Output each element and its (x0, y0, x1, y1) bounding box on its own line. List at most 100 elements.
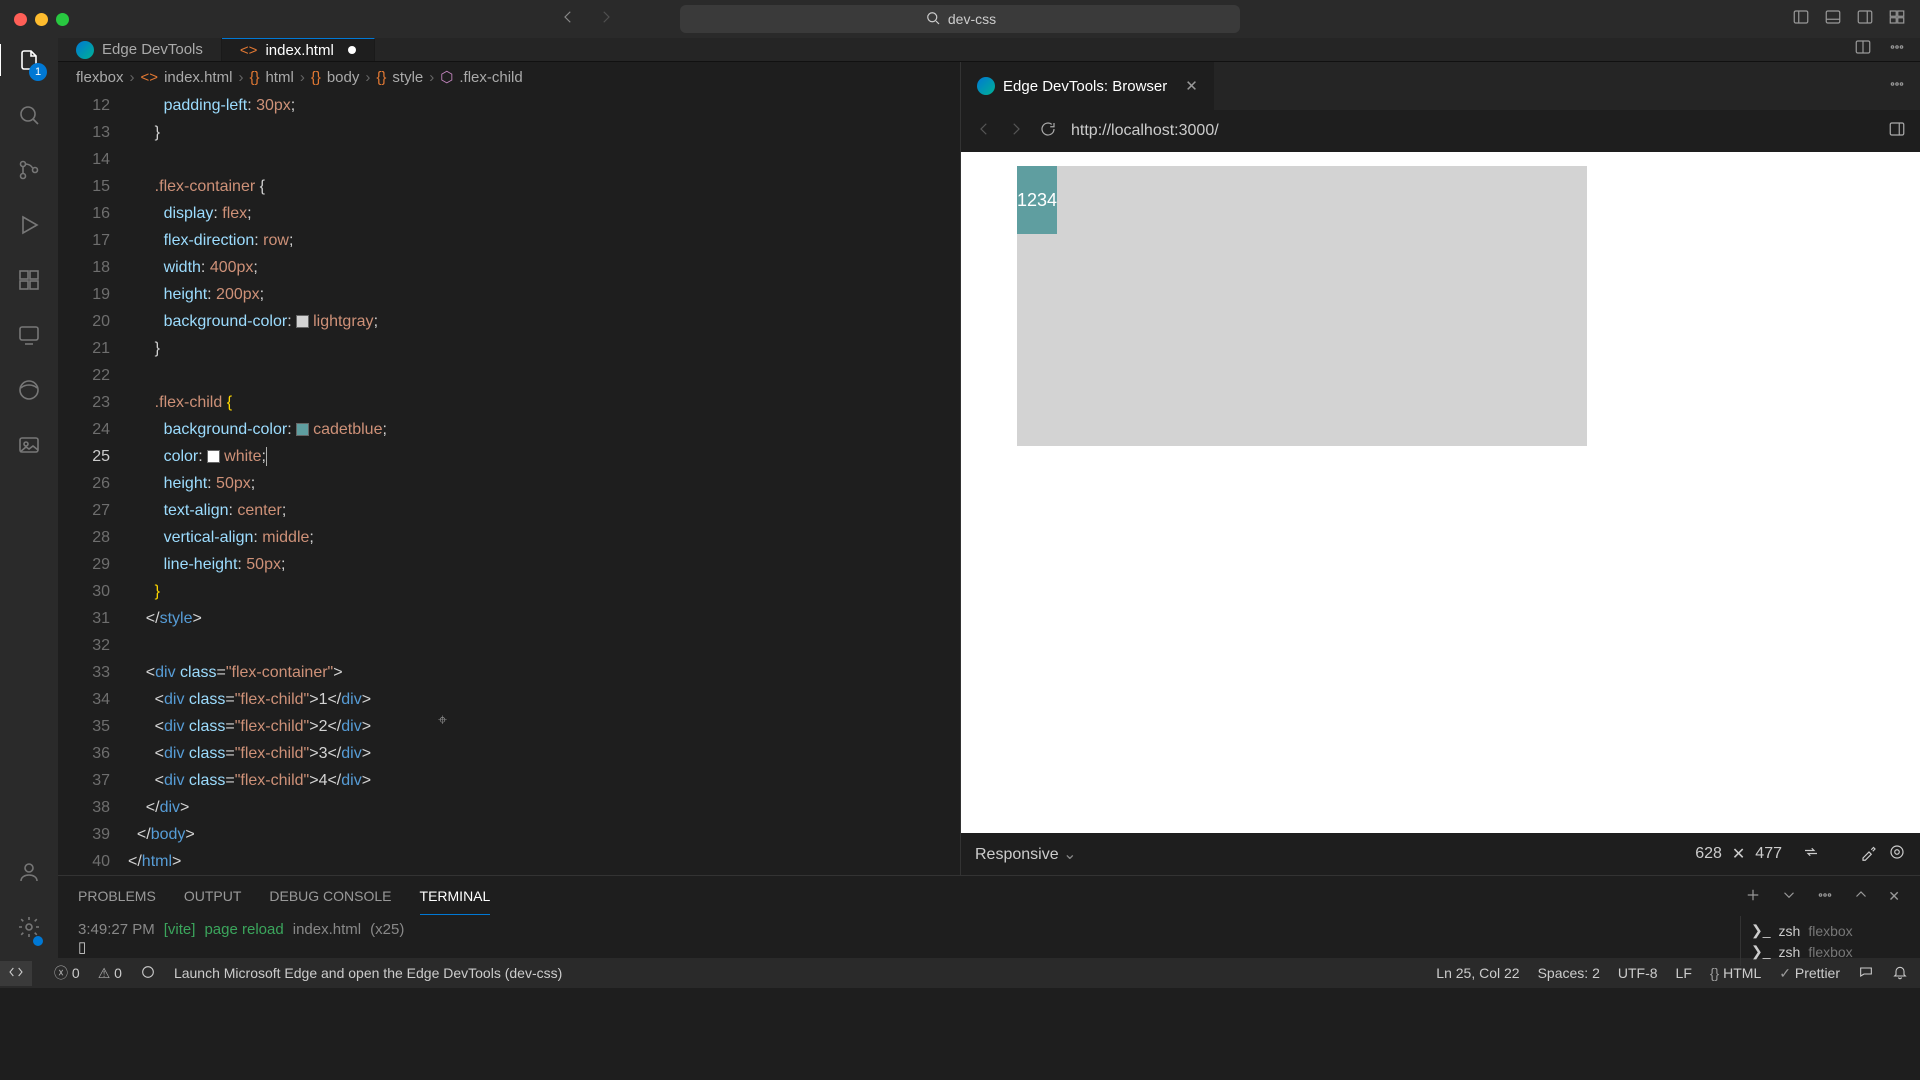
tab-terminal[interactable]: TERMINAL (420, 888, 491, 915)
language-button[interactable]: {} HTML (1710, 965, 1761, 981)
edge-icon (76, 41, 94, 59)
run-debug-icon[interactable] (17, 213, 41, 242)
more-actions-icon[interactable] (1888, 38, 1906, 61)
terminal-entry[interactable]: ❯_ zsh flexbox (1751, 920, 1910, 941)
remote-button[interactable] (0, 961, 32, 986)
target-icon[interactable] (1888, 843, 1906, 866)
browser-tab[interactable]: Edge DevTools: Browser ✕ (961, 62, 1214, 110)
edge-icon (977, 77, 995, 95)
edge-status-icon[interactable] (140, 964, 156, 983)
nav-history (559, 8, 615, 31)
feedback-icon[interactable] (1858, 964, 1874, 983)
tab-debug-console[interactable]: DEBUG CONSOLE (269, 888, 391, 904)
accounts-icon[interactable] (17, 860, 41, 889)
source-control-icon[interactable] (17, 158, 41, 187)
terminal-dropdown-icon[interactable] (1780, 886, 1798, 907)
warnings-button[interactable]: ⚠ 0 (98, 965, 122, 982)
browser-tab-label: Edge DevTools: Browser (1003, 78, 1167, 95)
nav-back-icon[interactable] (559, 8, 577, 31)
color-picker-icon[interactable] (1860, 843, 1878, 866)
crumb-selector[interactable]: .flex-child (459, 69, 522, 86)
crumb-file[interactable]: index.html (164, 69, 232, 86)
tab-label: index.html (265, 42, 333, 59)
search-icon (924, 9, 942, 30)
errors-button[interactable]: ⓧ 0 (54, 963, 80, 983)
line-numbers: 1213141516171819202122232425262728293031… (58, 92, 128, 875)
search-text: dev-css (948, 11, 996, 27)
terminal-icon: ❯_ (1751, 943, 1771, 960)
media-icon[interactable] (17, 433, 41, 462)
crumb-folder[interactable]: flexbox (76, 69, 124, 86)
explorer-icon[interactable]: 1 (17, 48, 41, 77)
terminal-entry[interactable]: ❯_ zsh flexbox (1751, 941, 1910, 962)
command-center[interactable]: dev-css (680, 5, 1240, 33)
browser-forward-icon[interactable] (1007, 120, 1025, 143)
remote-explorer-icon[interactable] (17, 323, 41, 352)
crumb-body[interactable]: body (327, 69, 360, 86)
close-window-button[interactable] (14, 13, 27, 26)
open-devtools-icon[interactable] (1888, 120, 1906, 143)
settings-gear-icon[interactable] (17, 915, 41, 944)
browser-tabrow: Edge DevTools: Browser ✕ (961, 62, 1920, 110)
bell-icon[interactable] (1892, 964, 1908, 983)
device-select[interactable]: Responsive ⌄ (975, 844, 1076, 864)
code-editor[interactable]: 1213141516171819202122232425262728293031… (58, 92, 960, 875)
panel-tabs: PROBLEMS OUTPUT DEBUG CONSOLE TERMINAL ✕ (58, 876, 1920, 916)
cursor-position[interactable]: Ln 25, Col 22 (1436, 965, 1519, 981)
new-terminal-icon[interactable] (1744, 886, 1762, 907)
viewport-height[interactable]: 477 (1755, 845, 1782, 863)
toggle-panel-icon[interactable] (1824, 8, 1842, 31)
crumb-html[interactable]: html (265, 69, 293, 86)
indent-button[interactable]: Spaces: 2 (1538, 965, 1600, 981)
extensions-icon[interactable] (17, 268, 41, 297)
titlebar: dev-css (0, 0, 1920, 38)
dimension-x-icon: ✕ (1732, 844, 1745, 864)
search-activity-icon[interactable] (17, 103, 41, 132)
encoding-button[interactable]: UTF-8 (1618, 965, 1658, 981)
browser-viewport: 1 2 3 4 (961, 152, 1920, 833)
launch-edge-button[interactable]: Launch Microsoft Edge and open the Edge … (174, 965, 562, 981)
edge-tools-icon[interactable] (17, 378, 41, 407)
maximize-window-button[interactable] (56, 13, 69, 26)
customize-layout-icon[interactable] (1888, 8, 1906, 31)
breadcrumbs[interactable]: flexbox› <> index.html› {} html› {} body… (58, 62, 960, 92)
viewport-width[interactable]: 628 (1695, 845, 1722, 863)
rotate-icon[interactable] (1802, 843, 1820, 866)
more-icon[interactable] (1816, 886, 1834, 907)
crumb-style[interactable]: style (392, 69, 423, 86)
tab-output[interactable]: OUTPUT (184, 888, 242, 904)
editor-tabs: Edge DevTools <> index.html (58, 38, 1920, 62)
nav-forward-icon[interactable] (597, 8, 615, 31)
eol-button[interactable]: LF (1676, 965, 1692, 981)
toggle-sidebar-icon[interactable] (1792, 8, 1810, 31)
settings-badge (33, 936, 43, 946)
close-panel-icon[interactable]: ✕ (1888, 888, 1900, 905)
code-content[interactable]: padding-left: 30px; } .flex-container { … (128, 92, 960, 875)
preview-flex-child: 3 (1037, 166, 1047, 234)
toggle-secondary-icon[interactable] (1856, 8, 1874, 31)
reload-icon[interactable] (1039, 120, 1057, 143)
minimize-window-button[interactable] (35, 13, 48, 26)
prettier-button[interactable]: ✓ Prettier (1779, 965, 1840, 982)
tab-edge-devtools[interactable]: Edge DevTools (58, 38, 222, 61)
browser-urlbar: http://localhost:3000/ (961, 110, 1920, 152)
preview-flex-container: 1 2 3 4 (1017, 166, 1587, 446)
explorer-badge: 1 (29, 63, 47, 81)
url-input[interactable]: http://localhost:3000/ (1071, 122, 1874, 140)
html-file-icon: <> (240, 42, 258, 59)
tab-label: Edge DevTools (102, 41, 203, 58)
close-icon[interactable]: ✕ (1185, 77, 1198, 95)
preview-flex-child: 4 (1047, 166, 1057, 234)
tab-index-html[interactable]: <> index.html (222, 38, 375, 61)
split-editor-icon[interactable] (1854, 38, 1872, 61)
window-controls (0, 13, 69, 26)
activity-bar: 1 (0, 38, 58, 958)
tab-problems[interactable]: PROBLEMS (78, 888, 156, 904)
maximize-panel-icon[interactable] (1852, 886, 1870, 907)
terminal-output[interactable]: 3:49:27 PM [vite] page reload index.html… (58, 916, 1740, 966)
preview-flex-child: 1 (1017, 166, 1027, 234)
dirty-indicator-icon (348, 46, 356, 54)
terminal-list: ❯_ zsh flexbox ❯_ zsh flexbox (1740, 916, 1920, 966)
browser-back-icon[interactable] (975, 120, 993, 143)
more-icon[interactable] (1888, 75, 1920, 98)
